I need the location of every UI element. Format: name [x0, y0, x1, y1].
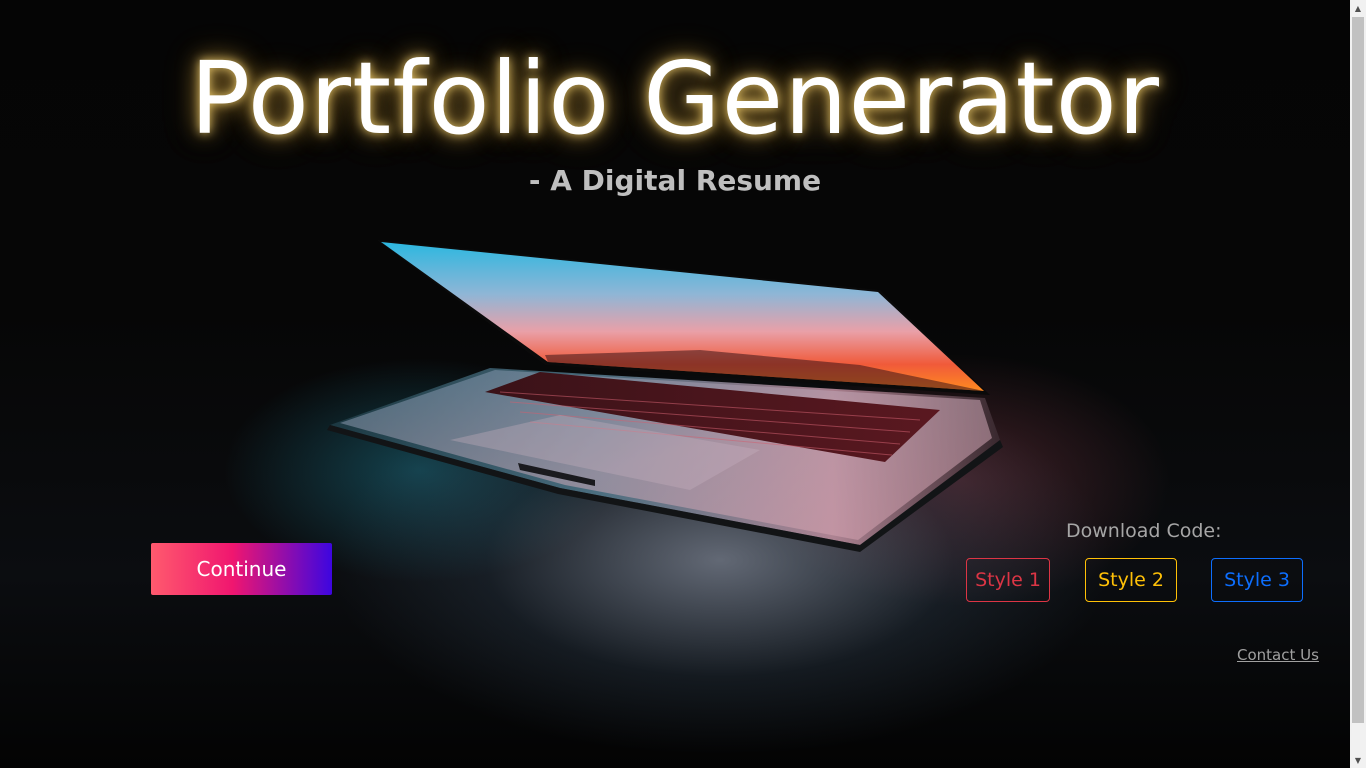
- page: Portfolio Generator - A Digital Resume C…: [0, 0, 1366, 768]
- scrollbar-thumb[interactable]: [1352, 17, 1364, 723]
- page-subtitle: - A Digital Resume: [528, 164, 822, 197]
- scroll-down-arrow-icon[interactable]: ▼: [1350, 752, 1366, 768]
- continue-button[interactable]: Continue: [151, 543, 332, 595]
- scroll-up-arrow-icon[interactable]: ▲: [1350, 0, 1366, 16]
- download-style-3-button[interactable]: Style 3: [1211, 558, 1303, 602]
- download-code-label: Download Code:: [1066, 520, 1222, 542]
- page-title: Portfolio Generator: [190, 40, 1160, 157]
- download-style-1-button[interactable]: Style 1: [966, 558, 1050, 602]
- download-style-2-button[interactable]: Style 2: [1085, 558, 1177, 602]
- vertical-scrollbar[interactable]: ▲ ▼: [1350, 0, 1366, 768]
- contact-us-link[interactable]: Contact Us: [1237, 646, 1319, 664]
